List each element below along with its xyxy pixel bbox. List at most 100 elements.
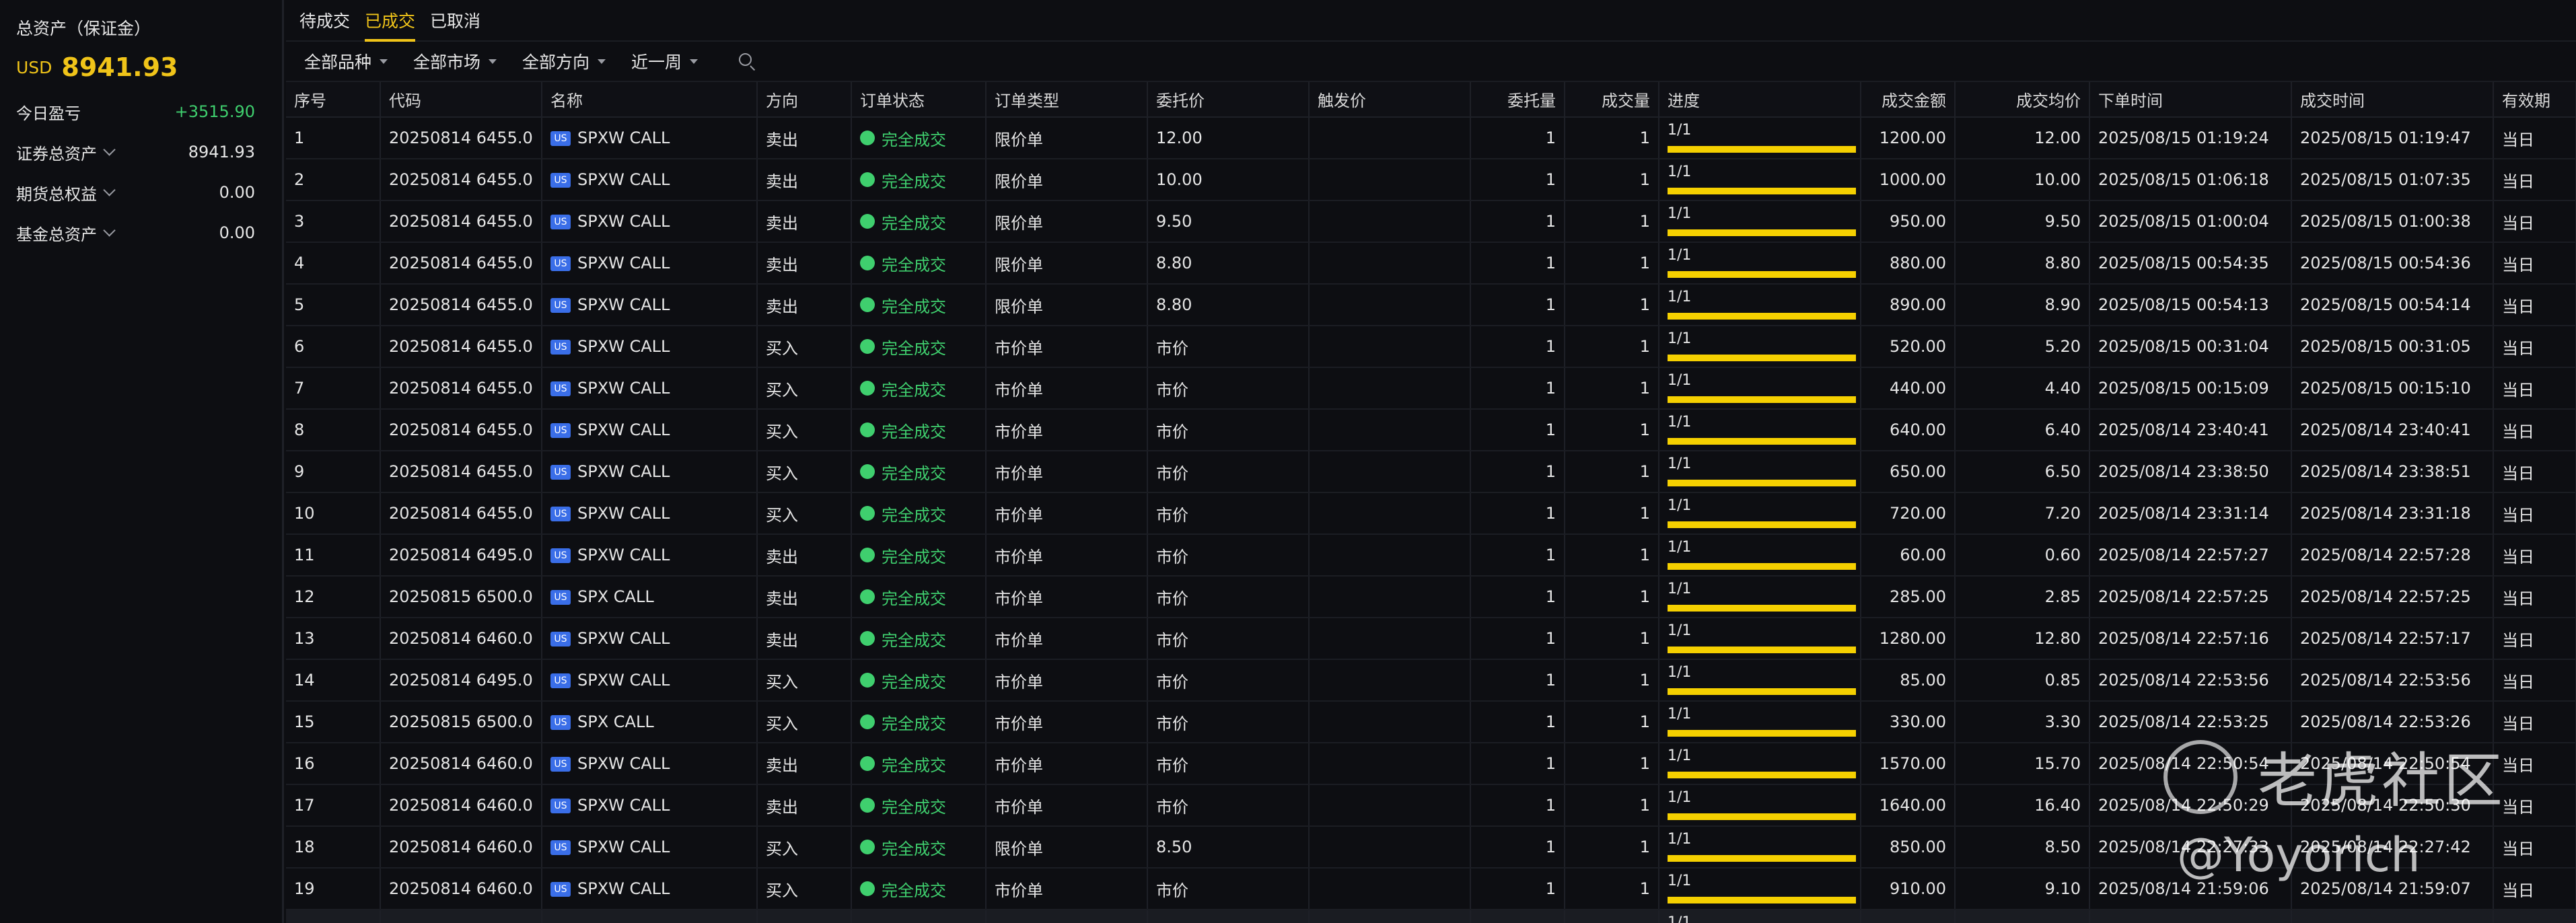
- cell-price: 市价: [1147, 492, 1310, 535]
- col-header-price[interactable]: 委托价: [1147, 82, 1310, 118]
- cell-qty: 1: [1470, 618, 1565, 660]
- col-header-side[interactable]: 方向: [757, 82, 852, 118]
- progress-indicator: 1/1: [1668, 410, 1856, 449]
- chevron-down-icon[interactable]: [103, 223, 116, 237]
- status-dot-icon: [860, 297, 875, 312]
- filter-market-dropdown[interactable]: 全部市场: [413, 49, 497, 73]
- col-header-name[interactable]: 名称: [542, 82, 758, 118]
- col-header-no[interactable]: 序号: [286, 82, 381, 118]
- total-assets-title: 总资产（保证金）: [16, 19, 151, 38]
- col-header-order-time[interactable]: 下单时间: [2089, 82, 2292, 118]
- col-header-validity[interactable]: 有效期: [2493, 82, 2576, 118]
- cell-progress: 1/1: [1659, 659, 1861, 702]
- cell-status: 完全成交: [851, 242, 987, 285]
- today-pnl-label: 今日盈亏: [16, 104, 81, 123]
- col-header-filled[interactable]: 成交量: [1565, 82, 1659, 118]
- cell-amount: 1200.00: [1861, 117, 1956, 159]
- chevron-down-icon[interactable]: [103, 183, 116, 196]
- status-dot-icon: [860, 506, 875, 521]
- table-row[interactable]: 5 20250814 6455.0 US SPXW CALL 卖出 完全成交 限价单 8.80…: [286, 284, 2576, 326]
- filter-direction-dropdown[interactable]: 全部方向: [522, 49, 606, 73]
- table-row[interactable]: 15 20250815 6500.0 US SPX CALL 买入 完全成交 市价单 市价 1 1…: [286, 701, 2576, 743]
- table-row[interactable]: 3 20250814 6455.0 US SPXW CALL 卖出 完全成交 限价单 9.50…: [286, 200, 2576, 243]
- cell-qty: 1: [1470, 367, 1565, 410]
- table-row[interactable]: 4 20250814 6455.0 US SPXW CALL 卖出 完全成交 限价单 8.80…: [286, 242, 2576, 285]
- cell-no: 19: [286, 868, 381, 910]
- cell-filled: 1: [1565, 326, 1659, 368]
- cell-code: 20250814 6460.0: [380, 743, 542, 785]
- table-row[interactable]: 12 20250815 6500.0 US SPX CALL 卖出 完全成交 市价单 市价 1 1…: [286, 576, 2576, 618]
- cell-price: 8.80: [1147, 284, 1310, 326]
- progress-bar: [1668, 355, 1856, 361]
- col-header-trigger[interactable]: 触发价: [1309, 82, 1471, 118]
- table-row[interactable]: 6 20250814 6455.0 US SPXW CALL 买入 完全成交 市价单 市价 1 1…: [286, 326, 2576, 368]
- tab-pending[interactable]: 待成交: [299, 8, 350, 40]
- cell-code: 20250814 6460.0: [380, 826, 542, 869]
- cell-no: 6: [286, 326, 381, 368]
- tab-cancelled[interactable]: 已取消: [430, 8, 480, 40]
- col-header-code[interactable]: 代码: [380, 82, 542, 118]
- table-row[interactable]: 10 20250814 6455.0 US SPXW CALL 买入 完全成交 市价单 市价 1…: [286, 492, 2576, 535]
- table-row[interactable]: 14 20250814 6495.0 US SPXW CALL 买入 完全成交 市价单 市价 1…: [286, 659, 2576, 702]
- cell-validity: 当日: [2493, 284, 2576, 326]
- cell-amount: 1280.00: [1861, 618, 1956, 660]
- cell-status: 完全成交: [851, 659, 987, 702]
- filter-period-dropdown[interactable]: 近一周: [631, 49, 699, 73]
- table-row[interactable]: 13 20250814 6460.0 US SPXW CALL 卖出 完全成交 市价单 市价 1…: [286, 618, 2576, 660]
- cell-status: 完全成交: [851, 618, 987, 660]
- table-row[interactable]: 11 20250814 6495.0 US SPXW CALL 卖出 完全成交 市价单 市价 1…: [286, 534, 2576, 577]
- futures-equity-row[interactable]: 期货总权益 0.00: [16, 172, 267, 213]
- cell-price: 市价: [1147, 576, 1310, 618]
- cell-trigger: [1309, 659, 1471, 702]
- cell-qty: 1: [1470, 868, 1565, 910]
- securities-assets-row[interactable]: 证券总资产 8941.93: [16, 132, 267, 172]
- filter-product-dropdown[interactable]: 全部品种: [304, 49, 388, 73]
- col-header-progress[interactable]: 进度: [1659, 82, 1861, 118]
- table-row[interactable]: 2 20250814 6455.0 US SPXW CALL 卖出 完全成交 限价单 10.0…: [286, 159, 2576, 201]
- fund-assets-value: 0.00: [219, 223, 255, 242]
- progress-text: 1/1: [1668, 330, 1692, 347]
- status-text: 完全成交: [882, 881, 946, 900]
- status-badge: 完全成交: [860, 585, 977, 609]
- cell-filled: 1: [1565, 117, 1659, 159]
- col-header-amount[interactable]: 成交金额: [1861, 82, 1956, 118]
- status-dot-icon: [860, 422, 875, 437]
- cell-qty: 1: [1470, 534, 1565, 577]
- fund-assets-row[interactable]: 基金总资产 0.00: [16, 213, 267, 253]
- progress-indicator: 1/1: [1668, 827, 1856, 866]
- col-header-avg[interactable]: 成交均价: [1955, 82, 2090, 118]
- cell-no: 20: [286, 910, 381, 923]
- col-header-type[interactable]: 订单类型: [986, 82, 1148, 118]
- table-row[interactable]: 19 20250814 6460.0 US SPXW CALL 买入 完全成交 市价单 市价 1…: [286, 868, 2576, 910]
- us-market-badge: US: [550, 256, 571, 271]
- cell-progress: 1/1: [1659, 534, 1861, 577]
- progress-indicator: 1/1: [1668, 493, 1856, 533]
- table-row[interactable]: 9 20250814 6455.0 US SPXW CALL 买入 完全成交 市价单 市价 1 1…: [286, 451, 2576, 493]
- search-icon[interactable]: [737, 51, 757, 71]
- cell-no: 1: [286, 117, 381, 159]
- table-row[interactable]: 1 20250814 6455.0 US SPXW CALL 卖出 完全成交 限价单 12.0…: [286, 117, 2576, 159]
- table-row[interactable]: 16 20250814 6460.0 US SPXW CALL 卖出 完全成交 市价单 市价 1…: [286, 743, 2576, 785]
- cell-side: 买入: [757, 367, 852, 410]
- table-row[interactable]: 18 20250814 6460.0 US SPXW CALL 买入 完全成交 限价单 8.5…: [286, 826, 2576, 869]
- cell-side: 买入: [757, 659, 852, 702]
- progress-bar: [1668, 605, 1856, 612]
- progress-bar-fill: [1668, 897, 1856, 903]
- table-row[interactable]: 7 20250814 6455.0 US SPXW CALL 买入 完全成交 市价单 市价 1 1…: [286, 367, 2576, 410]
- table-row[interactable]: 8 20250814 6455.0 US SPXW CALL 买入 完全成交 市价单 市价 1 1…: [286, 409, 2576, 451]
- cell-name-text: SPXW CALL: [577, 879, 670, 898]
- table-row[interactable]: 2020250814 6460.0USSPXW CALL买入完全成交 市价单市价 1…: [286, 910, 2576, 923]
- col-header-status[interactable]: 订单状态: [851, 82, 987, 118]
- tab-filled[interactable]: 已成交: [365, 8, 416, 42]
- cell-trigger: [1309, 200, 1471, 243]
- cell-side: 买入: [757, 910, 852, 923]
- cell-type: 市价单: [986, 910, 1148, 923]
- chevron-down-icon[interactable]: [103, 143, 116, 156]
- table-row[interactable]: 17 20250814 6460.0 US SPXW CALL 卖出 完全成交 市价单 市价 1…: [286, 784, 2576, 827]
- cell-code: 20250814 6460.0: [380, 618, 542, 660]
- cell-price: 市价: [1147, 868, 1310, 910]
- progress-text: 1/1: [1668, 581, 1692, 597]
- cell-fill-time: 2025/08/14 22:50:54: [2291, 743, 2494, 785]
- col-header-qty[interactable]: 委托量: [1470, 82, 1565, 118]
- col-header-fill-time[interactable]: 成交时间: [2291, 82, 2494, 118]
